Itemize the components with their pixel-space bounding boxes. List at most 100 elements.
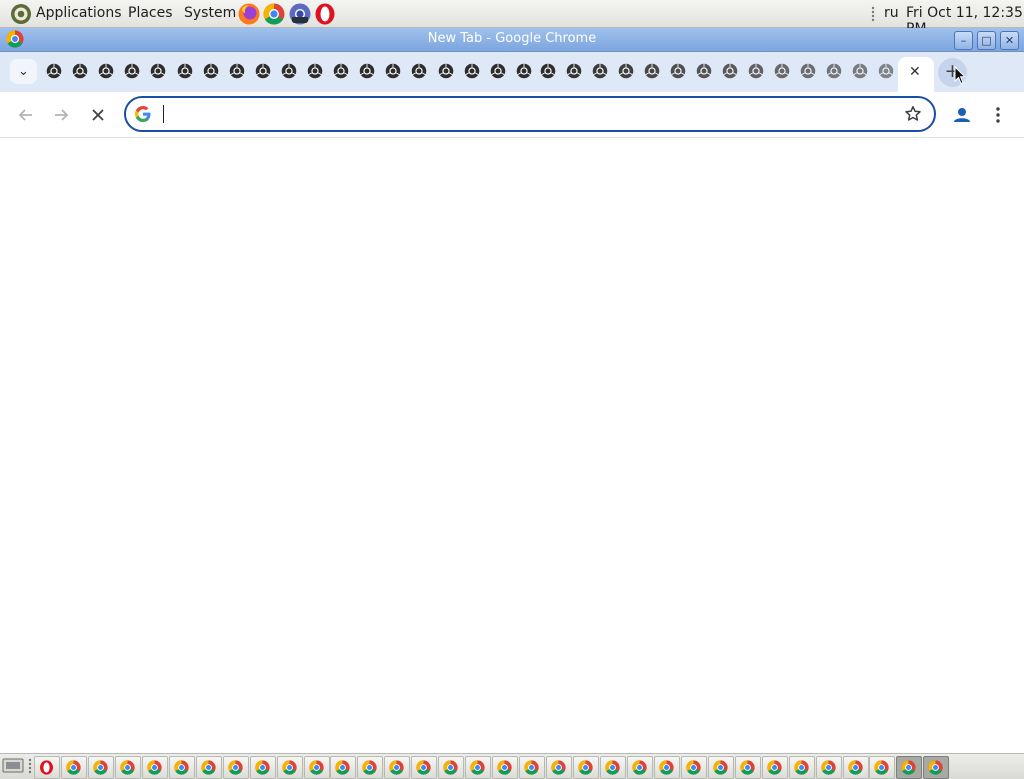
chrome-dev-icon[interactable] <box>289 3 311 25</box>
tab-active[interactable]: ✕ <box>898 57 934 92</box>
tab-favicon-icon[interactable] <box>333 63 349 79</box>
taskbar-window-button[interactable] <box>142 756 168 779</box>
close-window-button[interactable]: ✕ <box>1000 31 1019 50</box>
tab-favicon-icon[interactable] <box>72 63 88 79</box>
mouse-cursor-icon <box>954 66 966 85</box>
tab-favicon-icon[interactable] <box>255 63 271 79</box>
taskbar-window-button[interactable] <box>250 756 276 779</box>
tab-favicon-icon[interactable] <box>385 63 401 79</box>
tab-favicon-icon[interactable] <box>516 63 532 79</box>
bookmark-star-icon[interactable] <box>904 105 922 123</box>
tab-favicon-icon[interactable] <box>696 63 712 79</box>
tab-favicon-icon[interactable] <box>281 63 297 79</box>
taskbar-window-button[interactable] <box>223 756 249 779</box>
tab-favicon-icon[interactable] <box>411 63 427 79</box>
opera-icon[interactable] <box>314 3 336 25</box>
taskbar-window-button[interactable] <box>627 756 653 779</box>
taskbar-window-button[interactable] <box>762 756 788 779</box>
stop-loading-icon[interactable] <box>88 105 108 125</box>
tab-favicon-icon[interactable] <box>490 63 506 79</box>
tab-favicon-icon[interactable] <box>722 63 738 79</box>
taskbar-window-button[interactable] <box>465 756 491 779</box>
forward-arrow-icon[interactable] <box>51 105 71 125</box>
firefox-icon[interactable] <box>238 3 260 25</box>
taskbar-window-button[interactable] <box>869 756 895 779</box>
tab-favicon-icon[interactable] <box>229 63 245 79</box>
applications-menu[interactable]: Applications <box>36 5 122 21</box>
tab-favicon-icon[interactable] <box>670 63 686 79</box>
taskbar-window-button[interactable] <box>304 756 330 779</box>
maximize-button[interactable]: □ <box>977 31 996 50</box>
taskbar-window-button[interactable] <box>843 756 869 779</box>
taskbar-window-button[interactable] <box>896 756 922 779</box>
chrome-icon <box>228 760 243 775</box>
taskbar-window-button[interactable] <box>600 756 626 779</box>
taskbar-window-button[interactable] <box>34 756 60 779</box>
taskbar-window-button[interactable] <box>654 756 680 779</box>
tab-search-button[interactable]: ⌄ <box>10 59 37 84</box>
taskbar-window-button[interactable] <box>816 756 842 779</box>
omnibox[interactable] <box>124 96 936 132</box>
tab-favicon-icon[interactable] <box>150 63 166 79</box>
tab-favicon-icon[interactable] <box>774 63 790 79</box>
tab-favicon-icon[interactable] <box>540 63 556 79</box>
taskbar-window-button[interactable] <box>196 756 222 779</box>
taskbar-window-button[interactable] <box>573 756 599 779</box>
system-menu[interactable]: System <box>184 5 236 21</box>
tab-favicon-icon[interactable] <box>618 63 634 79</box>
tab-favicon-icon[interactable] <box>852 63 868 79</box>
tab-favicon-icon[interactable] <box>748 63 764 79</box>
taskbar-window-button[interactable] <box>681 756 707 779</box>
taskbar-window-button[interactable] <box>357 756 383 779</box>
taskbar-window-button[interactable] <box>411 756 437 779</box>
tab-favicon-icon[interactable] <box>438 63 454 79</box>
taskbar-window-button[interactable] <box>789 756 815 779</box>
close-icon: ✕ <box>1004 34 1015 47</box>
back-arrow-icon[interactable] <box>16 105 36 125</box>
tab-favicon-icon[interactable] <box>592 63 608 79</box>
close-icon[interactable]: ✕ <box>909 64 921 80</box>
tab-favicon-icon[interactable] <box>644 63 660 79</box>
taskbar-window-button[interactable] <box>88 756 114 779</box>
tab-favicon-icon[interactable] <box>826 63 842 79</box>
page-content[interactable] <box>0 138 1024 752</box>
taskbar-window-button[interactable] <box>61 756 87 779</box>
tab-favicon-icon[interactable] <box>566 63 582 79</box>
tab-favicon-icon[interactable] <box>124 63 140 79</box>
taskbar-window-button[interactable] <box>438 756 464 779</box>
tab-favicon-icon[interactable] <box>878 63 894 79</box>
tab-favicon-icon[interactable] <box>307 63 323 79</box>
taskbar-window-button[interactable] <box>708 756 734 779</box>
tab-favicon-icon[interactable] <box>203 63 219 79</box>
show-desktop-icon[interactable] <box>2 758 24 775</box>
chrome-icon <box>282 760 297 775</box>
taskbar-window-button[interactable] <box>330 756 356 779</box>
address-input[interactable] <box>162 103 882 125</box>
tab-favicon-icon[interactable] <box>98 63 114 79</box>
taskbar-window-button[interactable] <box>169 756 195 779</box>
profile-icon[interactable] <box>952 105 972 125</box>
taskbar-window-button[interactable] <box>923 756 949 779</box>
tab-favicon-icon[interactable] <box>359 63 375 79</box>
tab-favicon-icon[interactable] <box>177 63 193 79</box>
taskbar-window-button[interactable] <box>492 756 518 779</box>
tab-favicon-icon[interactable] <box>464 63 480 79</box>
keyboard-layout-indicator[interactable]: ru <box>884 5 899 21</box>
chrome-icon <box>821 760 836 775</box>
places-menu[interactable]: Places <box>128 5 173 21</box>
chrome-icon[interactable] <box>263 3 285 25</box>
tab-favicon-icon[interactable] <box>800 63 816 79</box>
taskbar-window-button[interactable] <box>277 756 303 779</box>
taskbar-window-button[interactable] <box>519 756 545 779</box>
taskbar-window-button[interactable] <box>115 756 141 779</box>
more-vert-icon[interactable] <box>988 105 1008 125</box>
top-panel: Applications Places System ru Fri Oct 11… <box>0 0 1024 37</box>
minimize-button[interactable]: – <box>954 31 973 50</box>
tab-favicon-icon[interactable] <box>46 63 62 79</box>
taskbar-window-button[interactable] <box>546 756 572 779</box>
window-titlebar[interactable]: New Tab - Google Chrome – □ ✕ <box>0 28 1024 52</box>
maximize-icon: □ <box>981 34 992 47</box>
taskbar-window-button[interactable] <box>384 756 410 779</box>
taskbar-window-button[interactable] <box>735 756 761 779</box>
distro-logo-icon[interactable] <box>10 3 32 25</box>
